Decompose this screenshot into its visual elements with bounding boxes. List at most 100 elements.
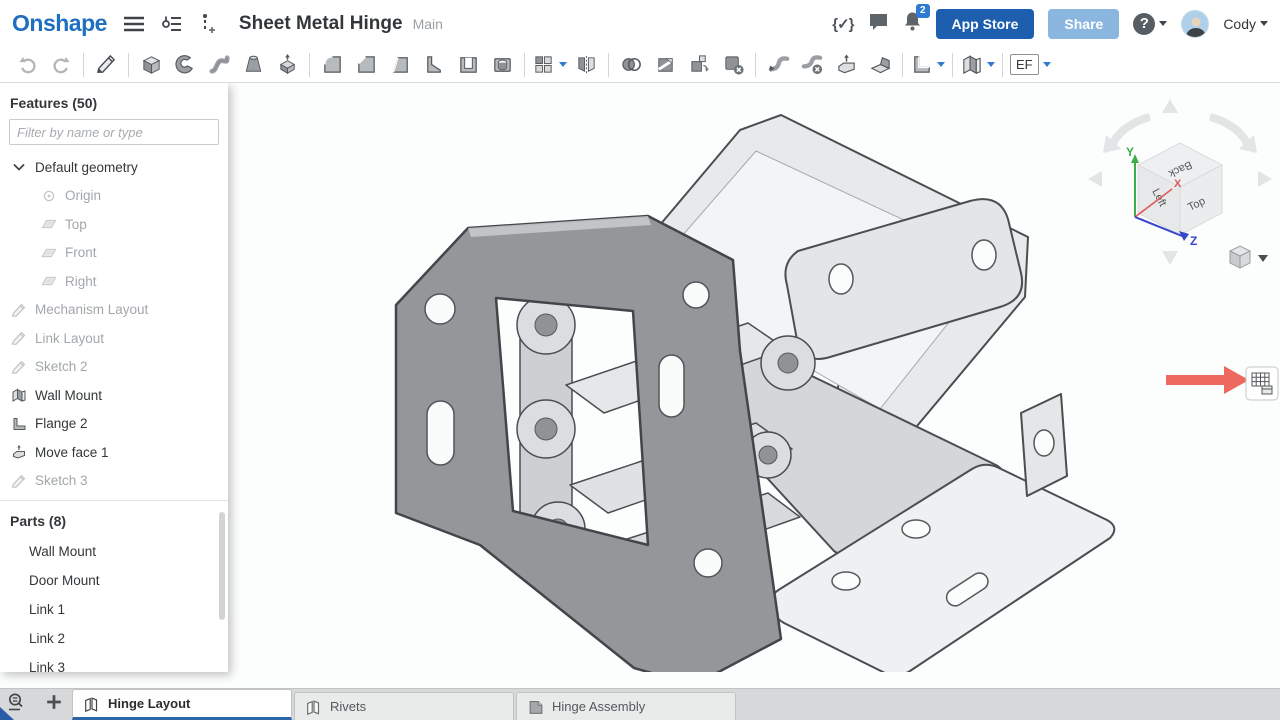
axis-z-label: Z xyxy=(1190,234,1197,248)
hinge-model[interactable] xyxy=(396,115,1114,672)
app-store-button[interactable]: App Store xyxy=(936,9,1035,39)
split-button[interactable] xyxy=(648,50,682,80)
revolve-button[interactable] xyxy=(168,50,202,80)
view-options-button[interactable] xyxy=(1230,246,1268,268)
chamfer-button[interactable] xyxy=(349,50,383,80)
add-tab-button[interactable] xyxy=(44,692,64,717)
thicken-button[interactable] xyxy=(270,50,304,80)
unfold-button[interactable] xyxy=(863,50,897,80)
rib-button[interactable] xyxy=(417,50,451,80)
feature-item-label: Default geometry xyxy=(35,160,138,175)
toolbar-separator xyxy=(83,53,84,77)
main-menu-icon[interactable] xyxy=(123,15,145,33)
part-item-link-2[interactable]: Link 2 xyxy=(0,624,228,653)
feature-item-label: Sketch 2 xyxy=(35,359,88,374)
feature-item-label: Sketch 3 xyxy=(35,473,88,488)
document-title[interactable]: Sheet Metal Hinge xyxy=(239,13,403,35)
sheet-metal-flat-view-button[interactable] xyxy=(1246,367,1278,400)
feature-item-wall-mount[interactable]: Wall Mount xyxy=(0,381,228,410)
comments-icon[interactable] xyxy=(868,12,889,36)
hinge-model-canvas[interactable]: Back Left Top Y X Z xyxy=(228,83,1280,672)
part-item-label: Wall Mount xyxy=(29,544,96,559)
view-cube[interactable]: Back Left Top Y X Z xyxy=(1088,99,1272,268)
part-item-link-1[interactable]: Link 1 xyxy=(0,595,228,624)
boolean-button[interactable] xyxy=(614,50,648,80)
tab-rivets[interactable]: Rivets xyxy=(294,692,514,720)
part-item-door-mount[interactable]: Door Mount xyxy=(0,566,228,595)
loft-button[interactable] xyxy=(236,50,270,80)
linear-pattern-icon xyxy=(532,53,555,76)
feature-item-label: Flange 2 xyxy=(35,416,88,431)
sketch-button[interactable] xyxy=(89,50,123,80)
rib-icon xyxy=(423,53,446,76)
linear-pattern-button[interactable] xyxy=(530,50,569,80)
parts-list: Wall MountDoor MountLink 1Link 2Link 3Li… xyxy=(0,537,228,672)
feature-item-top[interactable]: Top xyxy=(0,210,228,239)
parts-scrollbar[interactable] xyxy=(219,512,225,620)
feature-item-right[interactable]: Right xyxy=(0,267,228,296)
feature-item-sketch-3[interactable]: Sketch 3 xyxy=(0,467,228,496)
sm-sm-icon xyxy=(11,387,27,403)
part-item-link-3[interactable]: Link 3 xyxy=(0,653,228,672)
part-item-wall-mount[interactable]: Wall Mount xyxy=(0,537,228,566)
toolbar-separator xyxy=(1002,53,1003,77)
shell-icon xyxy=(457,53,480,76)
sweep-button[interactable] xyxy=(202,50,236,80)
feature-item-move-face-1[interactable]: Move face 1 xyxy=(0,438,228,467)
draft-icon xyxy=(389,53,412,76)
boolean-icon xyxy=(620,53,643,76)
chevron-down-icon xyxy=(937,62,945,67)
chevron-down-icon xyxy=(1258,255,1268,262)
extrude-button[interactable] xyxy=(134,50,168,80)
flange-button[interactable] xyxy=(908,50,947,80)
shell-button[interactable] xyxy=(451,50,485,80)
help-menu[interactable]: ? xyxy=(1133,13,1167,35)
chevron-down-icon xyxy=(1043,62,1051,67)
mirror-button[interactable] xyxy=(569,50,603,80)
part-item-label: Link 3 xyxy=(29,660,65,672)
delete-part-button[interactable] xyxy=(716,50,750,80)
feature-item-front[interactable]: Front xyxy=(0,239,228,268)
move-face-button[interactable] xyxy=(829,50,863,80)
feature-filter-input[interactable] xyxy=(9,119,219,145)
feature-item-default-geometry[interactable]: Default geometry xyxy=(0,153,228,182)
feature-item-mechanism-layout[interactable]: Mechanism Layout xyxy=(0,296,228,325)
ef-button[interactable]: EF xyxy=(1008,50,1053,80)
feature-item-origin[interactable]: Origin xyxy=(0,182,228,211)
tab-hinge-assembly[interactable]: Hinge Assembly xyxy=(516,692,736,720)
draft-button[interactable] xyxy=(383,50,417,80)
transform-button[interactable] xyxy=(682,50,716,80)
avatar[interactable] xyxy=(1181,10,1209,38)
feature-item-sketch-2[interactable]: Sketch 2 xyxy=(0,353,228,382)
undo-button[interactable] xyxy=(10,50,44,80)
manage-tabs-search-icon[interactable] xyxy=(6,691,28,718)
notifications-bell-icon[interactable]: 2 xyxy=(903,11,922,36)
bend-button[interactable] xyxy=(761,50,795,80)
sheet-metal-model-button[interactable] xyxy=(958,50,997,80)
hole-button[interactable] xyxy=(485,50,519,80)
fillet-button[interactable] xyxy=(315,50,349,80)
user-menu[interactable]: Cody xyxy=(1223,16,1268,32)
insert-version-icon[interactable] xyxy=(199,13,217,35)
feature-item-link-layout[interactable]: Link Layout xyxy=(0,324,228,353)
features-header: Features (50) xyxy=(0,83,228,119)
versions-icon[interactable] xyxy=(161,14,183,34)
toolbar-separator xyxy=(952,53,953,77)
workspace-name[interactable]: Main xyxy=(413,16,443,32)
split-icon xyxy=(654,53,677,76)
bend-icon xyxy=(767,53,790,76)
onshape-logo[interactable]: Onshape xyxy=(12,10,107,37)
notification-badge: 2 xyxy=(916,4,930,18)
unbend-button[interactable] xyxy=(795,50,829,80)
feature-item-flange-2[interactable]: Flange 2 xyxy=(0,410,228,439)
part-item-label: Link 2 xyxy=(29,631,65,646)
tab-hinge-layout[interactable]: Hinge Layout xyxy=(72,689,292,720)
featurescript-icon[interactable]: {✓} xyxy=(832,15,853,33)
annotation-arrow xyxy=(1166,366,1249,394)
part-item-label: Link 1 xyxy=(29,602,65,617)
moveface-sm-icon xyxy=(11,444,27,460)
redo-button[interactable] xyxy=(44,50,78,80)
share-button[interactable]: Share xyxy=(1048,9,1119,39)
top-bar: Onshape Sheet Metal Hinge Main {✓} 2 App… xyxy=(0,0,1280,47)
toolbar-separator xyxy=(755,53,756,77)
